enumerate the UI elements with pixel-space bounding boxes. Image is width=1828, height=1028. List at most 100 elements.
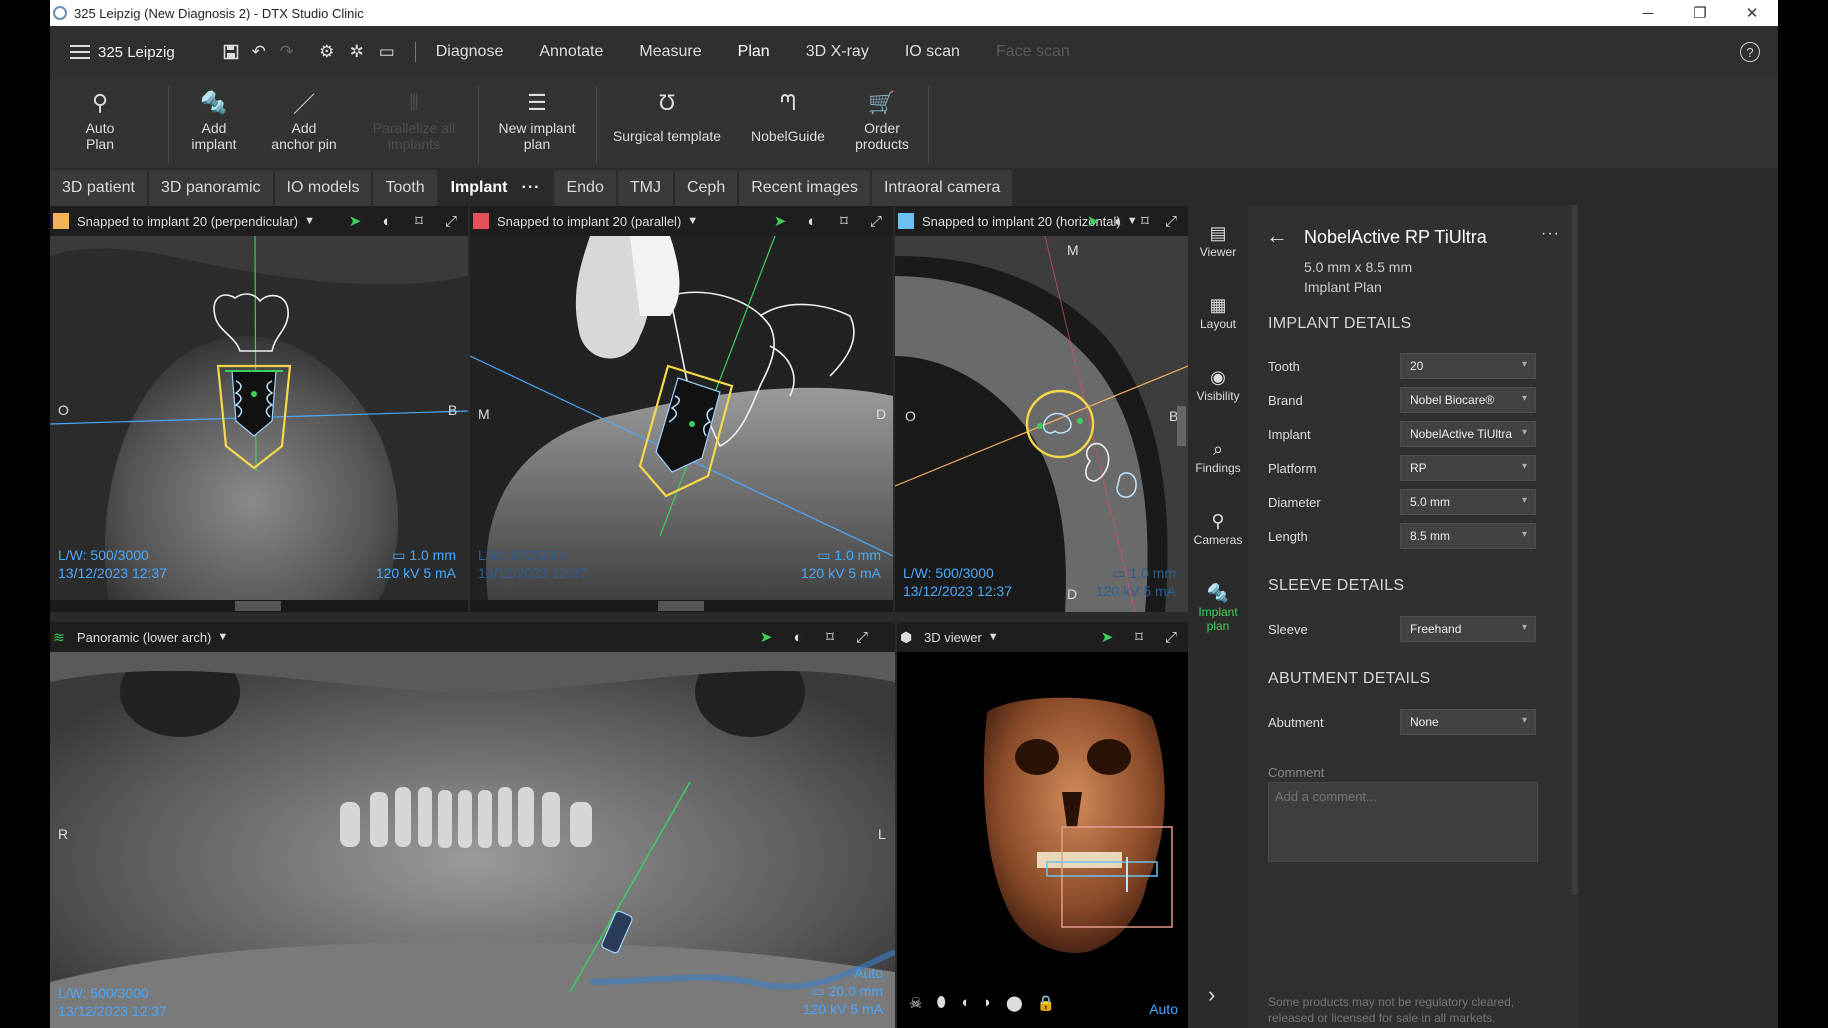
contrast-icon[interactable]: ◐ — [1110, 213, 1128, 230]
tab-recent-images[interactable]: Recent images — [739, 170, 870, 206]
cursor-icon[interactable]: ➤ — [1098, 628, 1116, 646]
contrast-icon[interactable]: ◐ — [803, 213, 821, 230]
panel-scrollbar[interactable] — [1572, 205, 1578, 895]
viewport-title[interactable]: 3D viewer — [924, 630, 982, 645]
fullscreen-icon[interactable]: ⤢ — [442, 213, 460, 230]
contrast-icon[interactable]: ◐ — [789, 629, 807, 646]
platform-select[interactable]: RP ▾ — [1400, 455, 1536, 481]
fullscreen-icon[interactable]: ⤢ — [867, 213, 885, 230]
add-implant-button[interactable]: 🔩 Add implant — [174, 86, 254, 164]
fit-icon[interactable]: ⌑ — [410, 212, 428, 230]
add-anchor-pin-button[interactable]: ／ Add anchor pin — [254, 86, 354, 164]
viewport-horizontal[interactable]: Snapped to implant 20 (horizontal) ▼ ➤ ◐… — [895, 206, 1188, 612]
save-icon[interactable] — [221, 42, 241, 62]
findings-tool[interactable]: ⌕ Findings — [1188, 437, 1248, 476]
tab-tooth[interactable]: Tooth — [373, 170, 437, 206]
viewer-tool[interactable]: ▤ Viewer — [1188, 221, 1248, 260]
nav-annotate[interactable]: Annotate — [539, 43, 603, 61]
comment-input[interactable] — [1268, 782, 1538, 862]
fullscreen-icon[interactable]: ⤢ — [1162, 629, 1180, 646]
viewport-title[interactable]: Panoramic (lower arch) — [77, 630, 211, 645]
tab-endo[interactable]: Endo — [554, 170, 616, 206]
length-select[interactable]: 8.5 mm ▾ — [1400, 523, 1536, 549]
parallelize-implants-button[interactable]: ⫴ Parallelize all implants — [354, 86, 474, 164]
viewport-title[interactable]: Snapped to implant 20 (perpendicular) — [77, 214, 298, 229]
nobelguide-button[interactable]: ᘉ NobelGuide — [738, 86, 838, 164]
profile-view-icon[interactable]: ◗ — [983, 994, 992, 1012]
implant-plan-tool[interactable]: 🔩 Implant plan — [1188, 581, 1248, 634]
tooth-select[interactable]: 20 ▾ — [1400, 353, 1536, 379]
fit-icon[interactable]: ⌑ — [821, 628, 839, 646]
vertical-scrollbar[interactable] — [1177, 406, 1186, 446]
tab-ceph[interactable]: Ceph — [674, 170, 738, 206]
undo-icon[interactable]: ↶ — [249, 42, 269, 62]
image-icon[interactable]: ▭ — [377, 42, 397, 62]
implant-select[interactable]: NobelActive TiUltra ▾ — [1400, 421, 1536, 447]
new-implant-plan-button[interactable]: ☰ New implant plan — [482, 86, 592, 164]
bone-preset-icon[interactable]: ⬮ — [936, 994, 945, 1012]
help-icon[interactable]: ? — [1740, 42, 1760, 62]
nav-plan[interactable]: Plan — [738, 43, 770, 61]
viewport-parallel[interactable]: Snapped to implant 20 (parallel) ▼ ➤ ◐ ⌑… — [470, 206, 893, 612]
contrast-icon[interactable]: ◐ — [378, 213, 396, 230]
tab-3d-panoramic[interactable]: 3D panoramic — [148, 170, 273, 206]
nav-3d-xray[interactable]: 3D X-ray — [806, 43, 869, 61]
tab-intraoral-camera[interactable]: Intraoral camera — [871, 170, 1013, 206]
chevron-down-icon[interactable]: ▼ — [217, 631, 228, 643]
skull-preset-icon[interactable]: ☠ — [909, 994, 922, 1012]
viewport-3d-viewer[interactable]: ⬢ 3D viewer ▼ ➤ ⌑ ⤢ ☠ ⬮ ◖ ◗ ⬤ 🔒 Auto — [897, 622, 1188, 1028]
viewport-panoramic[interactable]: ≋ Panoramic (lower arch) ▼ ➤ ◐ ⌑ ⤢ R L L… — [50, 622, 895, 1028]
cursor-icon[interactable]: ➤ — [771, 212, 789, 230]
tab-3d-patient[interactable]: 3D patient — [50, 170, 147, 206]
nav-face-scan[interactable]: Face scan — [996, 43, 1070, 61]
tab-implant[interactable]: Implant ··· — [438, 170, 553, 206]
fit-icon[interactable]: ⌑ — [835, 212, 853, 230]
viewport-title[interactable]: Snapped to implant 20 (parallel) — [497, 214, 681, 229]
chevron-down-icon[interactable]: ▼ — [687, 215, 698, 227]
chevron-down-icon[interactable]: ▼ — [304, 215, 315, 227]
fit-icon[interactable]: ⌑ — [1136, 212, 1154, 230]
tooth-chart-icon[interactable]: ⚙ — [317, 42, 337, 62]
maximize-button[interactable]: ❐ — [1674, 0, 1726, 26]
side-view-icon[interactable]: ◖ — [960, 994, 969, 1012]
nav-io-scan[interactable]: IO scan — [905, 43, 960, 61]
settings-wheel-icon[interactable]: ✲ — [347, 42, 367, 62]
panoramic-image[interactable] — [50, 652, 895, 1028]
minimize-button[interactable]: ─ — [1622, 0, 1674, 26]
horizontal-scrollbar[interactable] — [658, 601, 704, 611]
cursor-icon[interactable]: ➤ — [346, 212, 364, 230]
tab-io-models[interactable]: IO models — [274, 170, 372, 206]
nav-diagnose[interactable]: Diagnose — [436, 43, 504, 61]
hamburger-menu-icon[interactable] — [70, 45, 90, 59]
close-button[interactable]: ✕ — [1726, 0, 1778, 26]
fullscreen-icon[interactable]: ⤢ — [853, 629, 871, 646]
layout-tool[interactable]: ▦ Layout — [1188, 293, 1248, 332]
surgical-template-button[interactable]: Ʊ Surgical template — [602, 86, 732, 164]
horizontal-scrollbar[interactable] — [235, 601, 281, 611]
sleeve-select[interactable]: Freehand ▾ — [1400, 616, 1536, 642]
tab-more-icon[interactable]: ··· — [522, 179, 541, 197]
visibility-tool[interactable]: ◉ Visibility — [1188, 365, 1248, 404]
chevron-right-icon[interactable]: › — [1208, 982, 1215, 1008]
more-options-icon[interactable]: ··· — [1541, 225, 1560, 243]
cursor-icon[interactable]: ➤ — [757, 628, 775, 646]
order-products-button[interactable]: 🛒 Order products — [844, 86, 920, 164]
abutment-select[interactable]: None ▾ — [1400, 709, 1536, 735]
viewport-perpendicular[interactable]: Snapped to implant 20 (perpendicular) ▼ … — [50, 206, 468, 612]
fit-icon[interactable]: ⌑ — [1130, 628, 1148, 646]
diameter-select[interactable]: 5.0 mm ▾ — [1400, 489, 1536, 515]
nav-measure[interactable]: Measure — [639, 43, 701, 61]
tab-tmj[interactable]: TMJ — [617, 170, 673, 206]
patient-name[interactable]: 325 Leipzig — [98, 44, 175, 61]
3d-skull-render[interactable] — [897, 652, 1188, 1028]
brand-select[interactable]: Nobel Biocare® ▾ — [1400, 387, 1536, 413]
auto-plan-button[interactable]: ⚲ Auto Plan — [72, 86, 128, 164]
cameras-tool[interactable]: ⚲ Cameras — [1188, 509, 1248, 548]
back-arrow-icon[interactable]: ← — [1266, 223, 1288, 249]
redo-icon[interactable]: ↷ — [277, 42, 297, 62]
cursor-icon[interactable]: ➤ — [1084, 212, 1102, 230]
chevron-down-icon[interactable]: ▼ — [988, 631, 999, 643]
front-view-icon[interactable]: ⬤ — [1006, 994, 1023, 1012]
ct-slice-horizontal[interactable] — [895, 236, 1188, 612]
fullscreen-icon[interactable]: ⤢ — [1162, 213, 1180, 230]
